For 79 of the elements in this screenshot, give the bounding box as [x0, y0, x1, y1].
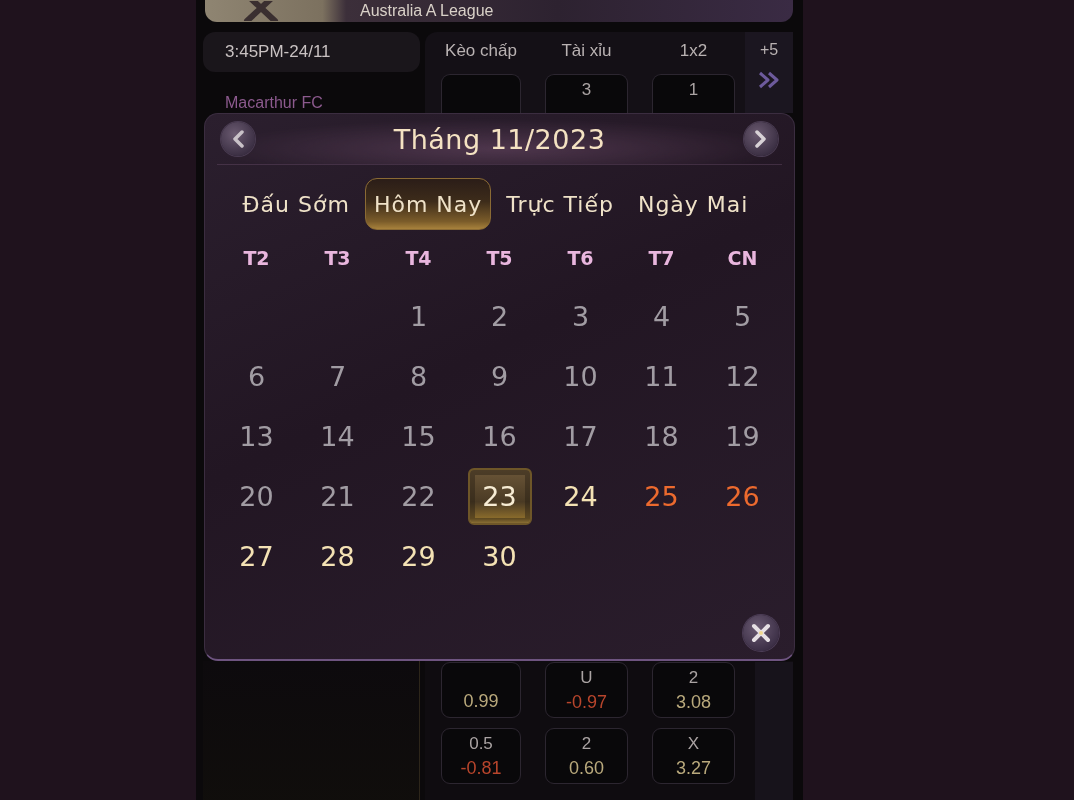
calendar-day[interactable]: 19: [710, 407, 775, 465]
odds-value: 3.27: [675, 757, 711, 780]
calendar-day[interactable]: 8: [386, 347, 451, 405]
calendar-day[interactable]: 9: [467, 347, 532, 405]
calendar-day[interactable]: 15: [386, 407, 451, 465]
calendar-day[interactable]: 6: [224, 347, 289, 405]
month-title: Tháng 11/2023: [393, 123, 606, 155]
double-chevron-icon[interactable]: [758, 71, 780, 89]
league-title: Australia A League: [360, 1, 494, 21]
column-header: 1x2: [679, 41, 708, 61]
calendar-day[interactable]: 24: [548, 467, 613, 525]
column-header: Tài xỉu: [561, 41, 612, 61]
date-filter-tab[interactable]: Đấu Sớm: [233, 178, 359, 230]
odds-label: 1: [688, 79, 699, 101]
odds-label: X: [687, 733, 700, 755]
odds-value: -0.97: [566, 691, 607, 714]
weekday-label: T4: [405, 247, 432, 269]
weekday-label: T7: [648, 247, 675, 269]
odds-cell[interactable]: 1: [652, 74, 735, 113]
date-filter-tab[interactable]: Trực Tiếp: [497, 178, 623, 230]
close-button[interactable]: [743, 615, 779, 651]
calendar-day[interactable]: 18: [629, 407, 694, 465]
calendar-day[interactable]: 10: [548, 347, 613, 405]
calendar-day[interactable]: 23: [467, 467, 532, 525]
odds-value: -0.81: [460, 757, 502, 780]
calendar-day[interactable]: 25: [629, 467, 694, 525]
date-filter-tab[interactable]: Hôm Nay: [364, 178, 492, 230]
calendar-day[interactable]: 3: [548, 287, 613, 345]
odds-label: 2: [688, 667, 699, 689]
weekday-label: T2: [243, 247, 270, 269]
calendar-day[interactable]: 20: [224, 467, 289, 525]
odds-label: 3: [581, 79, 592, 101]
odds-cell[interactable]: 0.99: [441, 662, 521, 718]
calendar-day[interactable]: 11: [629, 347, 694, 405]
weekday-label: T3: [324, 247, 351, 269]
match-time: 3:45PM-24/11: [203, 32, 420, 72]
calendar-day[interactable]: 29: [386, 527, 451, 585]
calendar-day[interactable]: 5: [710, 287, 775, 345]
odds-cell[interactable]: 2 0.60: [545, 728, 628, 784]
calendar-day[interactable]: 28: [305, 527, 370, 585]
chevron-right-icon: [754, 130, 768, 148]
odds-cell[interactable]: X 3.27: [652, 728, 735, 784]
calendar-day[interactable]: 13: [224, 407, 289, 465]
weekday-label: T6: [567, 247, 594, 269]
odds-value: 3.08: [675, 691, 711, 714]
odds-cell[interactable]: 2 3.08: [652, 662, 735, 718]
chevron-left-icon: [231, 130, 245, 148]
odds-cell[interactable]: [441, 74, 521, 113]
weekday-label: CN: [727, 247, 758, 269]
date-filter-tab[interactable]: Ngày Mai: [628, 178, 758, 230]
calendar-day[interactable]: 22: [386, 467, 451, 525]
previous-month-button[interactable]: [221, 122, 255, 156]
calendar-day[interactable]: 27: [224, 527, 289, 585]
odds-value: 0.99: [463, 690, 499, 713]
calendar-day[interactable]: 7: [305, 347, 370, 405]
calendar-day[interactable]: 30: [467, 527, 532, 585]
more-markets-count[interactable]: +5: [759, 41, 779, 59]
odds-label: U: [580, 667, 593, 689]
calendar-day[interactable]: 1: [386, 287, 451, 345]
calendar-day[interactable]: 21: [305, 467, 370, 525]
odds-value: 0.60: [568, 757, 604, 780]
next-month-button[interactable]: [744, 122, 778, 156]
calendar-day[interactable]: 16: [467, 407, 532, 465]
calendar-day[interactable]: 4: [629, 287, 694, 345]
close-icon: [751, 623, 771, 643]
column-header: Kèo chấp: [445, 41, 517, 61]
calendar-day[interactable]: 12: [710, 347, 775, 405]
odds-label: 0.5: [469, 733, 493, 755]
calendar-day[interactable]: 2: [467, 287, 532, 345]
calendar-day[interactable]: 26: [710, 467, 775, 525]
calendar-day[interactable]: 17: [548, 407, 613, 465]
calendar-day[interactable]: 14: [305, 407, 370, 465]
odds-cell[interactable]: U -0.97: [545, 662, 628, 718]
team-name: Macarthur FC: [225, 94, 323, 112]
odds-cell[interactable]: 0.5 -0.81: [441, 728, 521, 784]
odds-cell[interactable]: 3: [545, 74, 628, 113]
cross-icon: [241, 1, 281, 21]
odds-label: 2: [581, 733, 592, 755]
weekday-label: T5: [486, 247, 513, 269]
